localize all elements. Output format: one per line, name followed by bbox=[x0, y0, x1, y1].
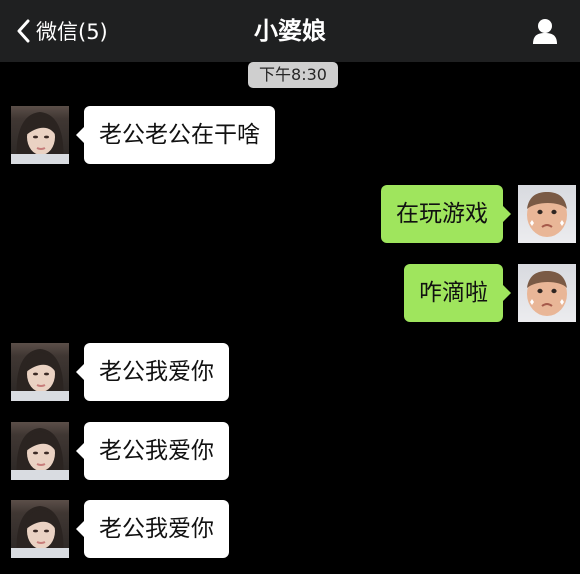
my-avatar-image bbox=[527, 271, 567, 316]
contact-avatar-image bbox=[11, 112, 69, 164]
contact-avatar[interactable] bbox=[11, 106, 69, 164]
contact-avatar[interactable] bbox=[11, 500, 69, 558]
contact-avatar-image bbox=[11, 506, 69, 558]
contact-avatar[interactable] bbox=[11, 422, 69, 480]
contact-avatar-image bbox=[11, 428, 69, 480]
message-timestamp: 下午8:30 bbox=[248, 62, 338, 88]
contact-avatar[interactable] bbox=[11, 343, 69, 401]
my-avatar[interactable] bbox=[518, 185, 576, 243]
my-avatar-image bbox=[527, 192, 567, 237]
person-icon bbox=[533, 19, 557, 44]
incoming-message[interactable]: 老公我爱你 bbox=[76, 500, 229, 558]
incoming-message[interactable]: 老公我爱你 bbox=[76, 343, 229, 401]
outgoing-message[interactable]: 在玩游戏 bbox=[381, 185, 511, 243]
chat-title: 小婆娘 bbox=[254, 17, 326, 45]
profile-button[interactable] bbox=[530, 16, 560, 46]
navigation-bar: 微信(5) 小婆娘 bbox=[0, 0, 580, 62]
contact-avatar-image bbox=[11, 349, 69, 401]
my-avatar[interactable] bbox=[518, 264, 576, 322]
incoming-message[interactable]: 老公我爱你 bbox=[76, 422, 229, 480]
outgoing-message[interactable]: 咋滴啦 bbox=[404, 264, 511, 322]
incoming-message[interactable]: 老公老公在干啥 bbox=[76, 106, 275, 164]
